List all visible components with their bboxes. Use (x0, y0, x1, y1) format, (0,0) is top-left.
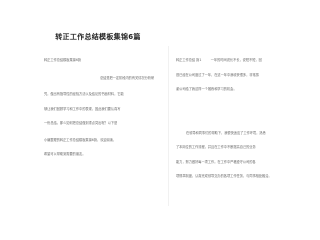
left-line: 一份总结。那么如何把总结做到重点突出呢？以下是 (44, 121, 118, 125)
right-line: 谢公司给了我这样一个锻炼和学习的机会。 (176, 87, 237, 91)
left-line: 小编整理的转正工作总结模板集锦6篇，欢迎阅读， (44, 138, 117, 142)
left-line: 希望可以帮助到需要的朋友。 (44, 152, 86, 156)
page-title: 转正工作总结模板集锦6篇 (55, 33, 141, 41)
right-line: 在领导和同事们的帮助下，我很快适应了工作环境，熟悉 (186, 131, 266, 135)
right-line: 能力，努力做好每一项工作。在工作中严格遵守公司的各 (176, 160, 256, 164)
left-line: 究，做出有指导性的经验方法以及结论的书面材料，它能 (44, 92, 124, 96)
left-line: 总结是把一定阶段内的有关情况分析研 (100, 76, 155, 80)
left-heading: 转正工作总结模板集锦6篇 (44, 58, 82, 62)
document-page: 转正工作总结模板集锦6篇 转正工作总结模板集锦6篇 总结是把一定阶段内的有关情况… (0, 0, 320, 226)
right-line: 项规章制度，认真完成领导交办的各项工作任务，与同事相处融洽。 (176, 174, 272, 178)
right-line: 首已经在公司度过了一年，在这一年中我收获很多，非常感 (176, 73, 259, 77)
column-divider (168, 46, 169, 206)
left-line: 够让我们回顾学习和工作中的表现，因此我们要认真写 (44, 107, 121, 111)
right-line: 了本岗位的工作流程，并且在工作中不断提高自己的业务 (176, 145, 256, 149)
right-line: 转正工作总结 篇1 一年的时间说长不长，说短不短，回 (176, 58, 262, 62)
